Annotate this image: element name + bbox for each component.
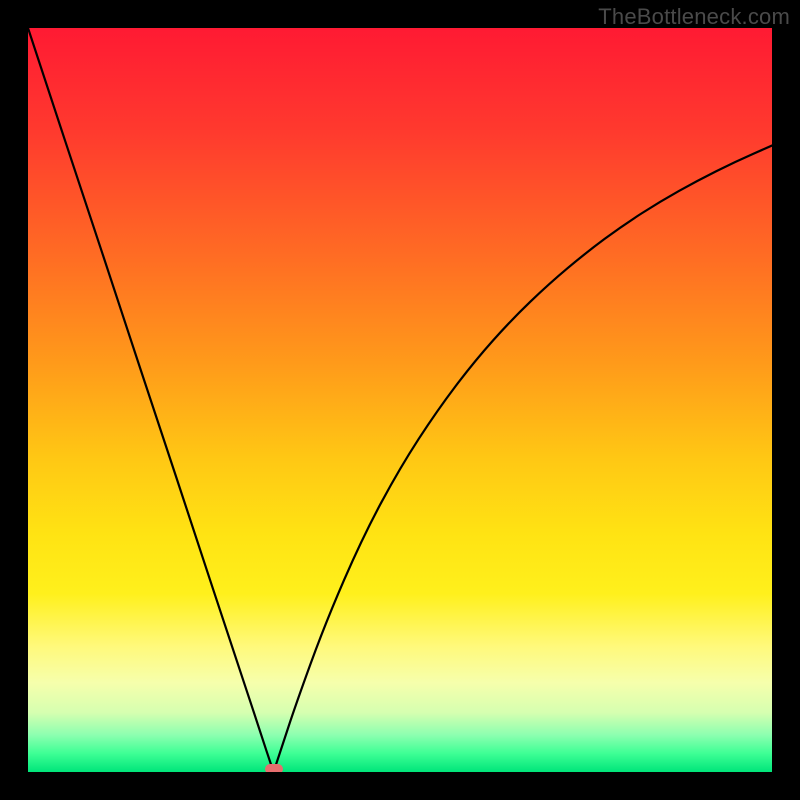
chart-container: TheBottleneck.com: [0, 0, 800, 800]
notch-marker: [265, 764, 283, 772]
plot-area: [28, 28, 772, 772]
bottleneck-curve: [28, 28, 772, 772]
curve-svg: [28, 28, 772, 772]
watermark-text: TheBottleneck.com: [598, 4, 790, 30]
